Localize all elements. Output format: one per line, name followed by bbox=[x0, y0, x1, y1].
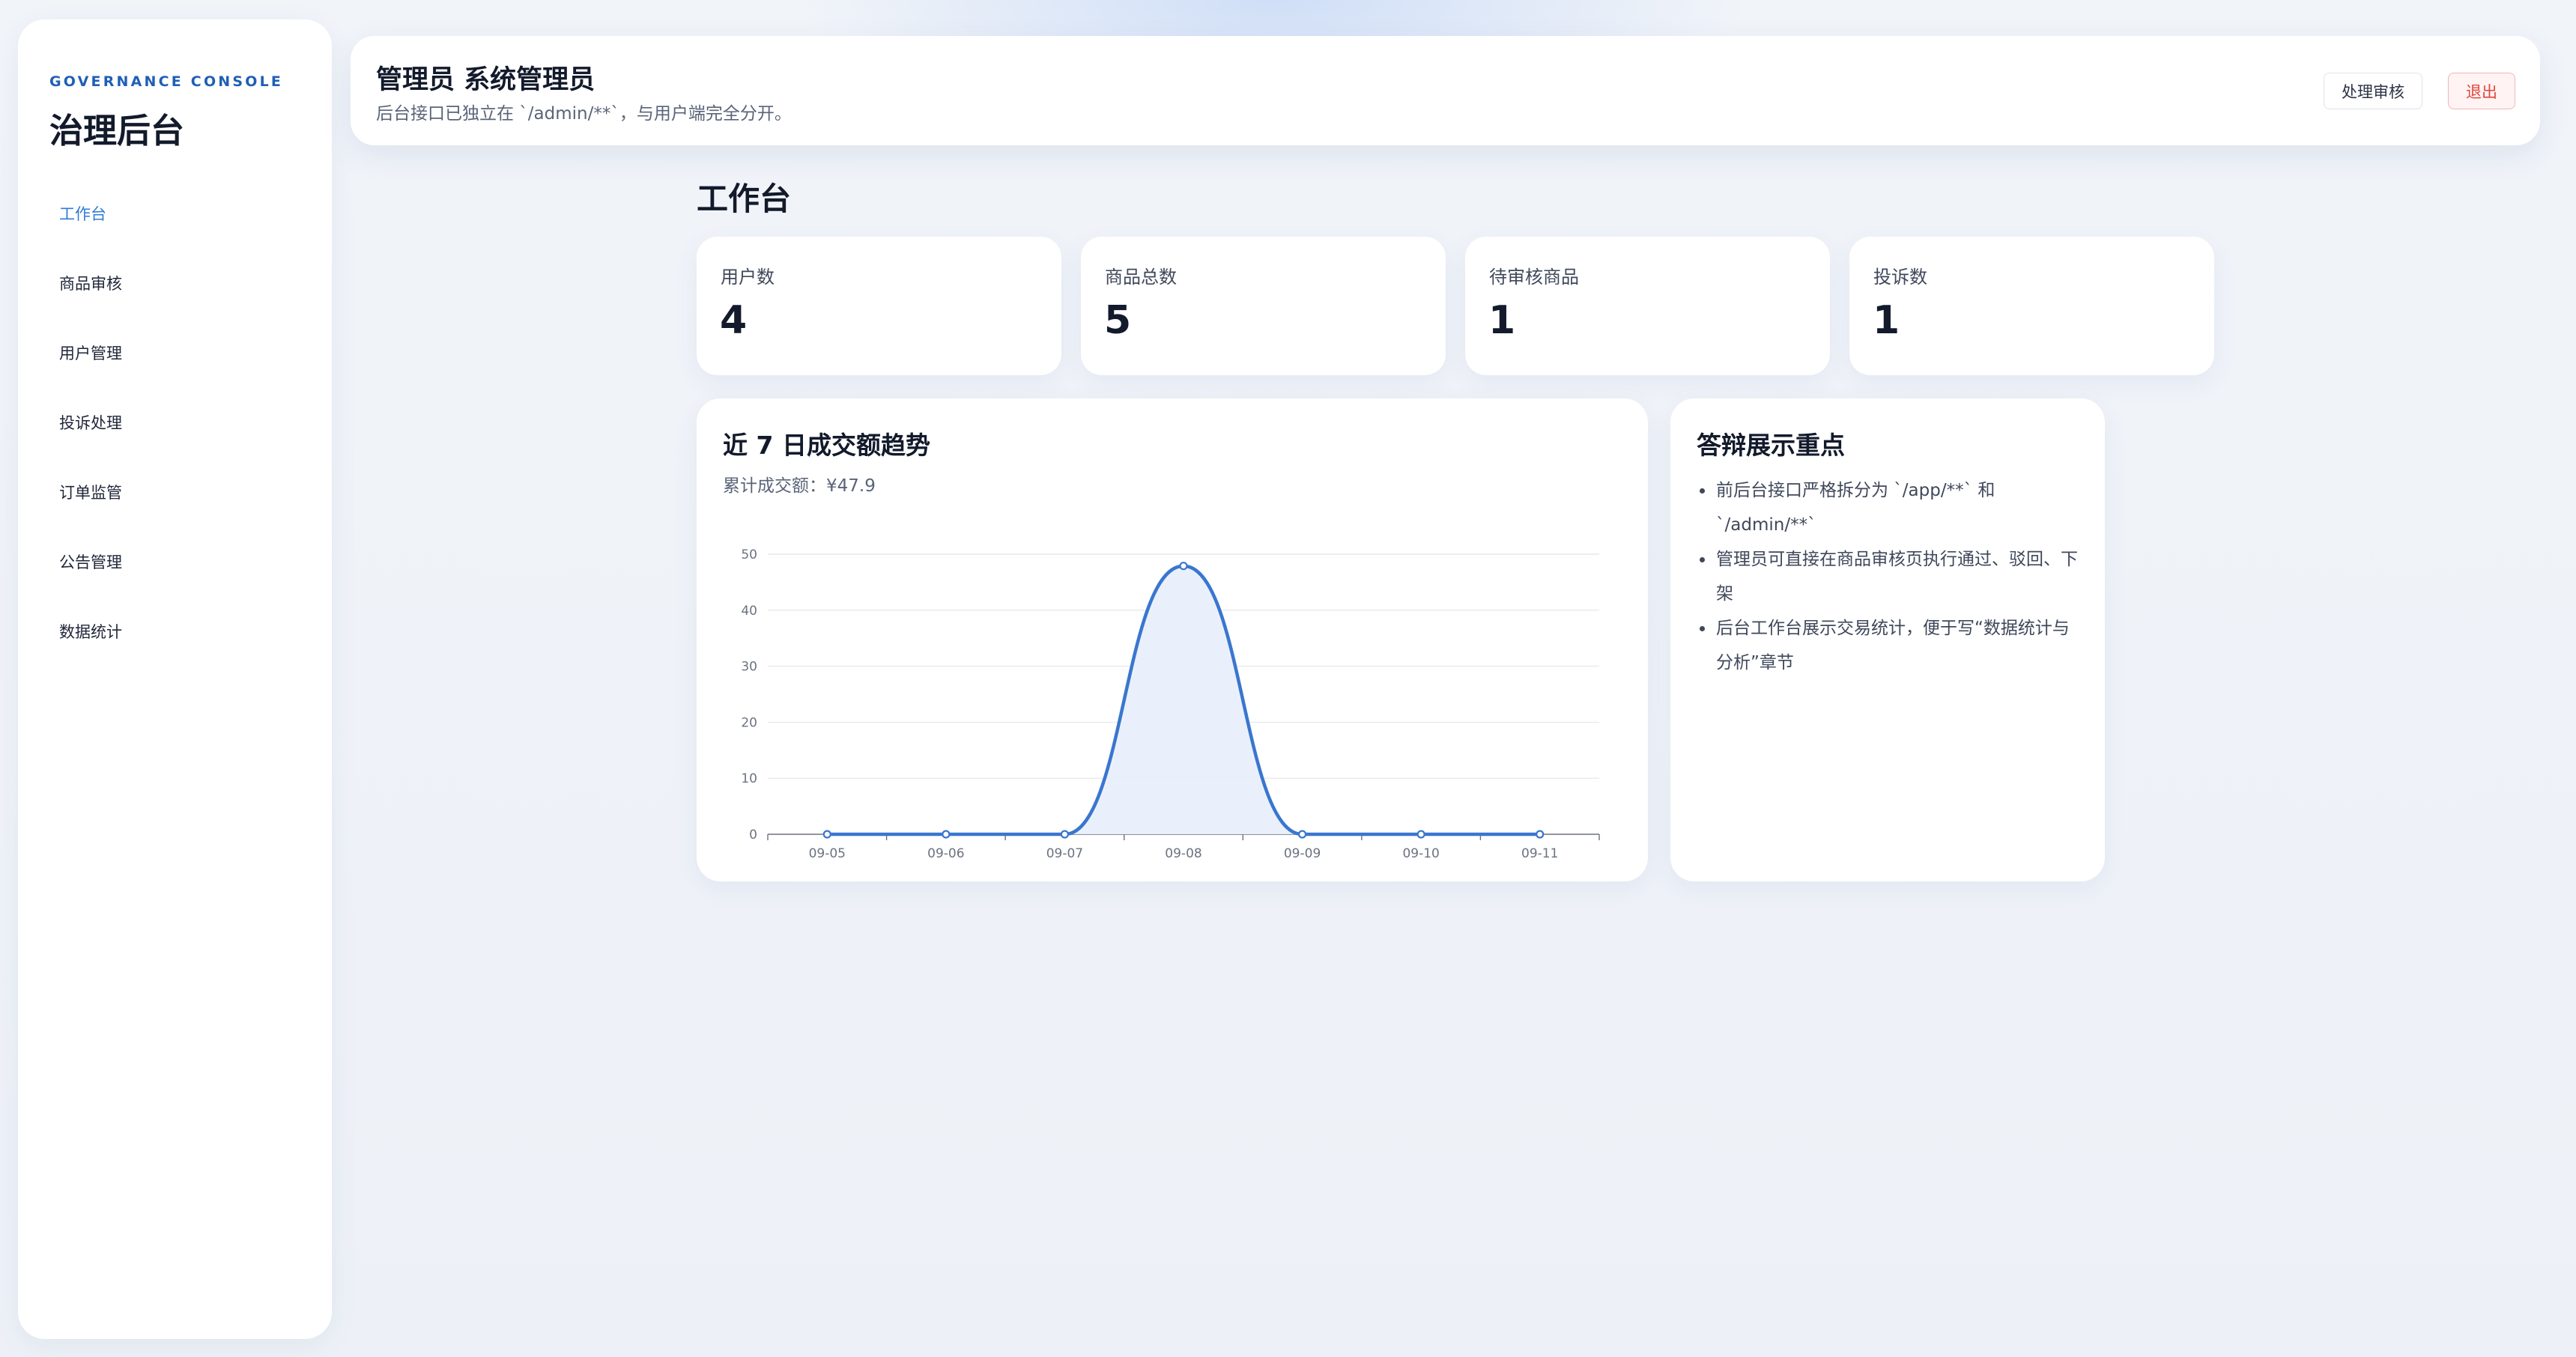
header-subtitle: 后台接口已独立在 `/admin/**`，与用户端完全分开。 bbox=[376, 104, 792, 124]
y-tick-label: 10 bbox=[741, 771, 757, 786]
data-point bbox=[1179, 562, 1188, 571]
brand-kicker: GOVERNANCE CONSOLE bbox=[49, 73, 284, 90]
data-point bbox=[942, 830, 951, 839]
stat-label: 用户数 bbox=[721, 267, 775, 288]
page-title: 工作台 bbox=[697, 180, 792, 217]
sidebar-nav: 工作台 商品审核 用户管理 投诉处理 订单监管 公告管理 数据统计 bbox=[40, 178, 310, 666]
brand-title: 治理后台 bbox=[49, 111, 185, 151]
stat-card-pending-review: 待审核商品 1 bbox=[1465, 237, 1830, 375]
x-tick-label: 09-05 bbox=[809, 846, 846, 861]
stat-card-users: 用户数 4 bbox=[697, 237, 1061, 375]
sidebar-item-order-supervision[interactable]: 订单监管 bbox=[40, 457, 310, 526]
data-point bbox=[1060, 830, 1070, 839]
stat-value: 5 bbox=[1104, 298, 1132, 343]
chart-subtitle: 累计成交额：¥47.9 bbox=[723, 476, 876, 496]
stat-value: 4 bbox=[720, 298, 748, 343]
y-tick-label: 0 bbox=[749, 828, 757, 843]
sidebar-item-user-management[interactable]: 用户管理 bbox=[40, 318, 310, 387]
x-tick-label: 09-06 bbox=[927, 846, 964, 861]
list-item: 前后台接口严格拆分为 `/app/**` 和 `/admin/**` bbox=[1697, 473, 2086, 542]
stat-value: 1 bbox=[1873, 298, 1900, 343]
sidebar-item-statistics[interactable]: 数据统计 bbox=[40, 596, 310, 666]
key-points-card: 答辩展示重点 前后台接口严格拆分为 `/app/**` 和 `/admin/**… bbox=[1670, 398, 2105, 881]
stat-value: 1 bbox=[1488, 298, 1516, 343]
sidebar-item-complaints[interactable]: 投诉处理 bbox=[40, 387, 310, 457]
notes-title: 答辩展示重点 bbox=[1697, 431, 1845, 460]
stat-label: 投诉数 bbox=[1873, 267, 1927, 288]
sidebar: GOVERNANCE CONSOLE 治理后台 工作台 商品审核 用户管理 投诉… bbox=[18, 19, 332, 1339]
data-point bbox=[1416, 830, 1425, 839]
data-point bbox=[1297, 830, 1307, 839]
list-item: 管理员可直接在商品审核页执行通过、驳回、下架 bbox=[1697, 542, 2086, 611]
x-tick-label: 09-07 bbox=[1046, 846, 1083, 861]
x-tick-label: 09-09 bbox=[1284, 846, 1321, 861]
trend-chart-card: 近 7 日成交额趋势 累计成交额：¥47.9 0 10 20 30 40 50 09-05 0… bbox=[697, 398, 1648, 881]
review-button[interactable]: 处理审核 bbox=[2324, 73, 2422, 109]
sidebar-item-product-review[interactable]: 商品审核 bbox=[40, 248, 310, 318]
x-tick-label: 09-10 bbox=[1402, 846, 1439, 861]
y-tick-label: 30 bbox=[741, 660, 757, 675]
stat-label: 待审核商品 bbox=[1489, 267, 1579, 288]
sidebar-item-announcements[interactable]: 公告管理 bbox=[40, 526, 310, 596]
stat-card-products: 商品总数 5 bbox=[1081, 237, 1446, 375]
logout-button[interactable]: 退出 bbox=[2448, 73, 2515, 109]
trend-chart: 0 10 20 30 40 50 09-05 09-06 09-07 09-08 09-09 09-1… bbox=[741, 547, 1600, 861]
series-area bbox=[827, 565, 1540, 834]
x-tick-label: 09-11 bbox=[1521, 846, 1558, 861]
data-point bbox=[822, 830, 831, 839]
data-point bbox=[1536, 830, 1545, 839]
chart-title: 近 7 日成交额趋势 bbox=[723, 431, 930, 460]
y-tick-label: 20 bbox=[741, 715, 757, 730]
y-tick-label: 40 bbox=[741, 604, 757, 619]
stat-card-complaints: 投诉数 1 bbox=[1849, 237, 2214, 375]
stat-label: 商品总数 bbox=[1105, 267, 1177, 288]
header-card: 管理员 系统管理员 后台接口已独立在 `/admin/**`，与用户端完全分开。… bbox=[351, 36, 2540, 145]
notes-list: 前后台接口严格拆分为 `/app/**` 和 `/admin/**` 管理员可直… bbox=[1697, 473, 2086, 680]
sidebar-item-workbench[interactable]: 工作台 bbox=[40, 178, 310, 248]
y-tick-label: 50 bbox=[741, 547, 757, 562]
x-tick-label: 09-08 bbox=[1165, 846, 1201, 861]
admin-title: 管理员 系统管理员 bbox=[376, 65, 595, 95]
list-item: 后台工作台展示交易统计，便于写“数据统计与分析”章节 bbox=[1697, 611, 2086, 680]
